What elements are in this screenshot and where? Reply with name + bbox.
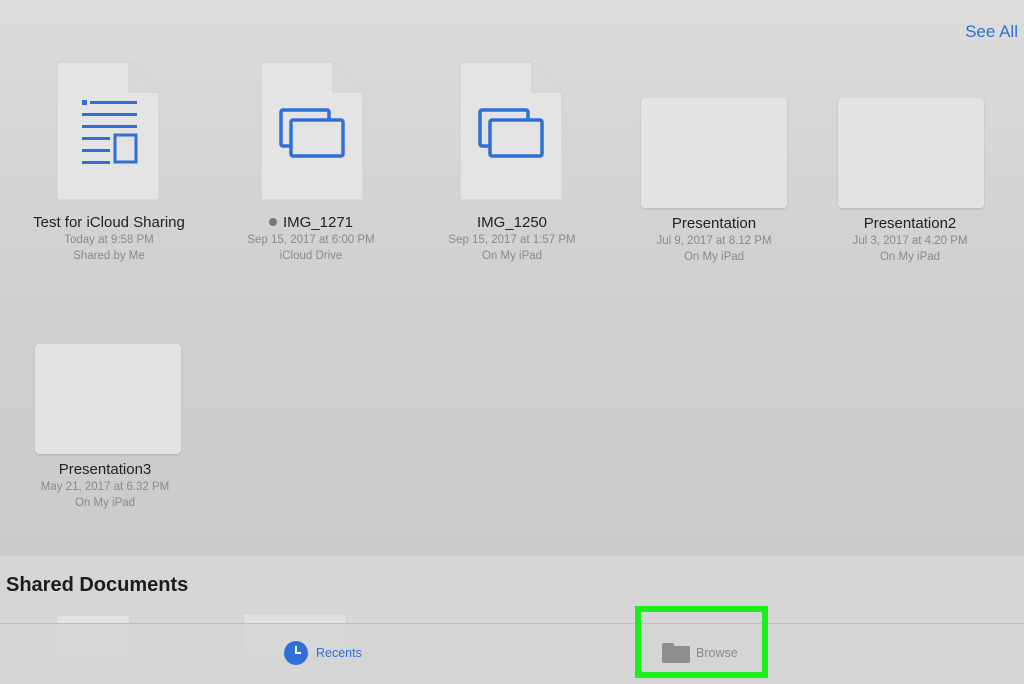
file-item-test-icloud[interactable]: Test for iCloud Sharing Today at 9:58 PM… — [19, 214, 199, 264]
file-name: Presentation3 — [58, 461, 152, 478]
file-date: Sep 15, 2017 at 6:00 PM — [247, 234, 375, 246]
file-item-img-1271[interactable]: IMG_1271 Sep 15, 2017 at 6:00 PM iCloud … — [221, 214, 401, 264]
file-name: IMG_1250 — [476, 214, 548, 231]
keynote-document-icon — [260, 61, 364, 201]
file-item-presentation[interactable]: Presentation Jul 9, 2017 at 8.12 PM On M… — [624, 215, 804, 265]
file-thumbnail-img-1271[interactable] — [259, 60, 365, 202]
pages-document-icon — [56, 61, 160, 201]
file-thumbnail-presentation2[interactable] — [838, 98, 984, 208]
file-location: On My iPad — [683, 251, 745, 263]
file-name: Presentation2 — [863, 215, 957, 232]
file-date: Jul 9, 2017 at 8.12 PM — [656, 235, 772, 247]
file-date: Today at 9:58 PM — [64, 234, 154, 246]
file-location: On My iPad — [74, 497, 136, 509]
keynote-document-icon — [459, 61, 563, 201]
file-item-img-1250[interactable]: IMG_1250 Sep 15, 2017 at 1:57 PM On My i… — [422, 214, 602, 264]
see-all-link[interactable]: See All — [965, 22, 1018, 42]
sync-status-dot — [268, 218, 277, 226]
tab-recents[interactable]: Recents — [284, 638, 362, 668]
tab-bar: Recents Browse — [0, 623, 1024, 684]
file-location: iCloud Drive — [279, 250, 343, 262]
file-item-presentation3[interactable]: Presentation3 May 21, 2017 at 6.32 PM On… — [15, 461, 195, 511]
file-name: Presentation — [671, 215, 757, 232]
file-thumbnail-presentation3[interactable] — [35, 344, 181, 454]
file-thumbnail-test-icloud[interactable] — [55, 60, 161, 202]
file-item-presentation2[interactable]: Presentation2 Jul 3, 2017 at 4.20 PM On … — [820, 215, 1000, 265]
highlight-box — [635, 606, 768, 678]
clock-icon — [284, 641, 308, 665]
tab-label: Recents — [316, 646, 362, 660]
file-date: Jul 3, 2017 at 4.20 PM — [852, 235, 968, 247]
file-location: Shared by Me — [73, 250, 145, 262]
file-date: May 21, 2017 at 6.32 PM — [40, 481, 170, 493]
file-name: IMG_1271 — [221, 214, 401, 232]
file-thumbnail-img-1250[interactable] — [458, 60, 564, 202]
file-name: Test for iCloud Sharing — [33, 214, 185, 231]
section-title: Shared Documents — [6, 574, 189, 596]
file-location: On My iPad — [879, 251, 941, 263]
file-thumbnail-presentation[interactable] — [641, 98, 787, 208]
file-name-text: IMG_1271 — [282, 214, 354, 231]
file-location: On My iPad — [481, 250, 543, 262]
file-date: Sep 15, 2017 at 1:57 PM — [448, 234, 576, 246]
